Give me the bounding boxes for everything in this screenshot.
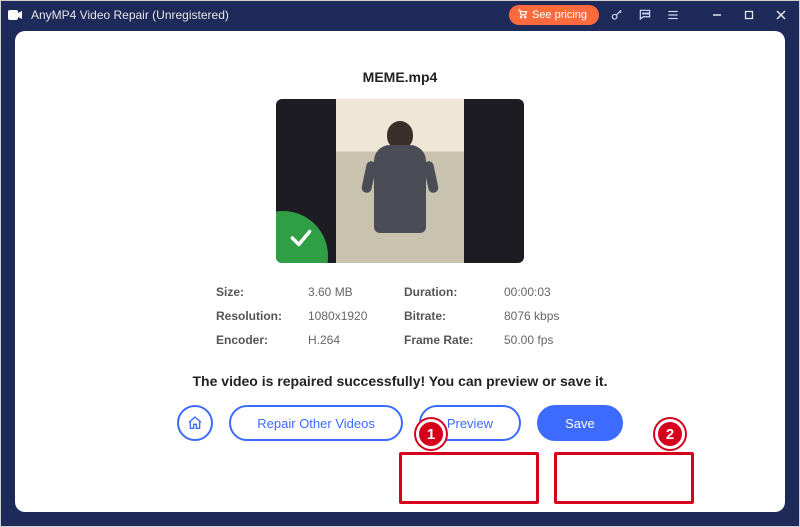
app-window: AnyMP4 Video Repair (Unregistered) See p… [0,0,800,527]
content-panel: MEME.mp4 Size: 3.60 MB Duration: 00:00:0… [15,31,785,512]
thumbnail-image [336,99,464,263]
cart-icon [517,8,528,22]
see-pricing-button[interactable]: See pricing [509,5,599,25]
repair-other-videos-button[interactable]: Repair Other Videos [229,405,403,441]
action-button-row: Repair Other Videos Preview Save [177,405,622,441]
meta-bitrate-value: 8076 kbps [504,309,584,323]
meta-duration-value: 00:00:03 [504,285,584,299]
meta-resolution-label: Resolution: [216,309,300,323]
window-minimize-button[interactable] [705,5,729,25]
see-pricing-label: See pricing [532,9,587,21]
window-maximize-button[interactable] [737,5,761,25]
home-icon [187,415,203,431]
meta-framerate-label: Frame Rate: [404,333,496,347]
meta-size-value: 3.60 MB [308,285,396,299]
status-message: The video is repaired successfully! You … [193,373,608,389]
app-title: AnyMP4 Video Repair (Unregistered) [31,8,229,22]
save-label: Save [565,416,595,431]
meta-duration-label: Duration: [404,285,496,299]
preview-label: Preview [447,416,493,431]
home-button[interactable] [177,405,213,441]
meta-bitrate-label: Bitrate: [404,309,496,323]
feedback-icon[interactable] [635,5,655,25]
save-button[interactable]: Save [537,405,623,441]
key-icon[interactable] [607,5,627,25]
repair-other-label: Repair Other Videos [257,416,375,431]
window-close-button[interactable] [769,5,793,25]
meta-encoder-label: Encoder: [216,333,300,347]
video-thumbnail [276,99,524,263]
menu-icon[interactable] [663,5,683,25]
titlebar: AnyMP4 Video Repair (Unregistered) See p… [1,1,799,29]
success-badge [276,211,328,263]
meta-resolution-value: 1080x1920 [308,309,396,323]
meta-framerate-value: 50.00 fps [504,333,584,347]
meta-size-label: Size: [216,285,300,299]
filename-label: MEME.mp4 [363,69,438,85]
metadata-grid: Size: 3.60 MB Duration: 00:00:03 Resolut… [216,285,584,347]
preview-button[interactable]: Preview [419,405,521,441]
app-logo-icon [7,7,23,23]
meta-encoder-value: H.264 [308,333,396,347]
check-icon [288,225,314,251]
